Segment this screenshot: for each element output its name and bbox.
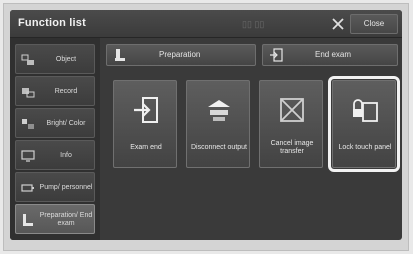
- tile-label: Disconnect output: [190, 144, 248, 151]
- sidebar-item-label: Preparation/ End exam: [39, 212, 93, 227]
- title-bar: Function list ▯▯ ▯▯ Close: [10, 10, 402, 38]
- lock-touch-icon: [350, 95, 380, 125]
- sidebar-item-label: Bright/ Color: [46, 120, 86, 127]
- tile-label: Lock touch panel: [338, 144, 392, 151]
- sidebar-item-info[interactable]: Info: [15, 140, 95, 170]
- sidebar-item-label: Info: [60, 152, 72, 159]
- sidebar: Object Record Bright/ Color Info Pump/ p…: [10, 38, 100, 240]
- monitor-icon: [21, 149, 35, 163]
- window-title: Function list: [18, 17, 86, 29]
- end-exam-button[interactable]: End exam: [262, 44, 398, 66]
- sidebar-item-bright-color[interactable]: Bright/ Color: [15, 108, 95, 138]
- preparation-icon: [21, 213, 35, 227]
- tile-label: Exam end: [130, 144, 162, 151]
- tile-disconnect-output[interactable]: Disconnect output: [186, 80, 250, 168]
- brightness-icon: [21, 117, 35, 131]
- x-icon[interactable]: [328, 14, 348, 34]
- preparation-label: Preparation: [159, 50, 201, 59]
- pump-icon: [21, 181, 35, 195]
- object-icon: [21, 53, 35, 67]
- sidebar-item-label: Pump/ personnel: [39, 184, 93, 191]
- disconnect-icon: [204, 95, 234, 125]
- record-icon: [21, 85, 35, 99]
- tile-cancel-image-transfer[interactable]: Cancel image transfer: [259, 80, 323, 168]
- sidebar-item-pump-personnel[interactable]: Pump/ personnel: [15, 172, 95, 202]
- function-list-panel: Function list ▯▯ ▯▯ Close Object Record …: [10, 10, 402, 240]
- sidebar-item-record[interactable]: Record: [15, 76, 95, 106]
- end-exam-label: End exam: [315, 50, 352, 59]
- tile-exam-end[interactable]: Exam end: [113, 80, 177, 168]
- exit-door-icon: [131, 95, 161, 125]
- preparation-icon: [113, 48, 127, 62]
- title-status-glyphs: ▯▯ ▯▯: [242, 19, 265, 29]
- preparation-button[interactable]: Preparation: [106, 44, 256, 66]
- cancel-transfer-icon: [277, 95, 307, 125]
- sidebar-item-preparation-end-exam[interactable]: Preparation/ End exam: [15, 204, 95, 234]
- tile-lock-touch-panel[interactable]: Lock touch panel: [328, 76, 400, 172]
- tile-label: Cancel image transfer: [270, 140, 314, 155]
- sidebar-item-object[interactable]: Object: [15, 44, 95, 74]
- exit-door-icon: [269, 48, 283, 62]
- sidebar-item-label: Record: [54, 88, 78, 95]
- sidebar-item-label: Object: [55, 56, 77, 63]
- close-button[interactable]: Close: [350, 14, 398, 34]
